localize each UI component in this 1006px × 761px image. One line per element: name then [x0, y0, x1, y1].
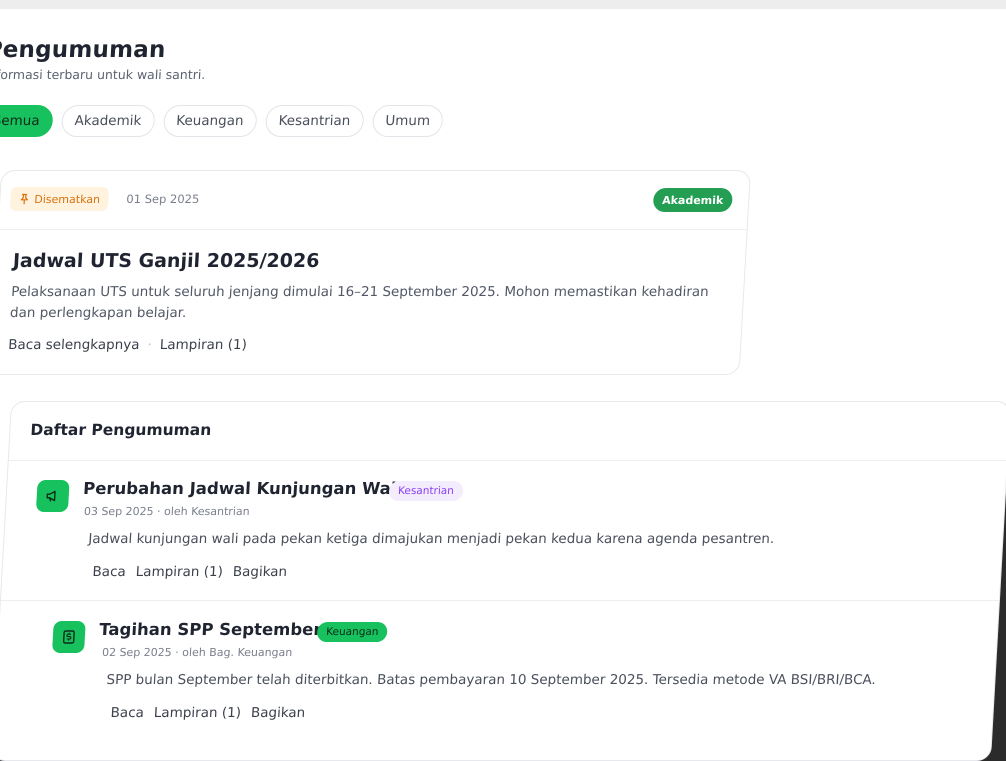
read-button[interactable]: Baca — [110, 705, 144, 721]
item-actions: Baca Lampiran (1) Bagikan — [92, 564, 287, 580]
item-title[interactable]: Perubahan Jadwal Kunjungan Wali — [83, 479, 403, 498]
share-button[interactable]: Bagikan — [232, 564, 287, 580]
category-filter-bar: Semua Akademik Keuangan Kesantrian Umum — [0, 105, 444, 137]
filter-chip-umum[interactable]: Umum — [371, 105, 444, 137]
attachment-link[interactable]: Lampiran (1) — [153, 705, 241, 721]
read-more-link[interactable]: Baca selengkapnya — [8, 337, 140, 353]
filter-chip-kesantrian[interactable]: Kesantrian — [264, 105, 365, 137]
announcement-list: Daftar Pengumuman Perubahan Jadwal Kunju… — [0, 401, 1006, 761]
read-button[interactable]: Baca — [92, 564, 126, 580]
list-item[interactable]: Tagihan SPP September Keuangan 02 Sep 20… — [0, 600, 999, 741]
page-subtitle: Informasi terbaru untuk wali santri. — [0, 67, 206, 82]
browser-top-strip — [0, 0, 1006, 9]
category-tag-akademik: Akademik — [652, 188, 733, 212]
category-tag-kesantrian: Kesantrian — [388, 481, 464, 501]
attachment-link[interactable]: Lampiran (1) — [135, 564, 223, 580]
list-title: Daftar Pengumuman — [29, 421, 212, 439]
pinned-title: Jadwal UTS Ganjil 2025/2026 — [12, 250, 321, 272]
pin-icon — [20, 193, 28, 205]
megaphone-icon — [35, 480, 70, 512]
category-tag-keuangan: Keuangan — [316, 622, 389, 642]
pinned-card-header: Disematkan 01 Sep 2025 Akademik — [0, 171, 750, 230]
pinned-date: 01 Sep 2025 — [125, 192, 200, 206]
separator-dot: · — [147, 337, 153, 353]
invoice-icon — [51, 621, 86, 653]
list-item[interactable]: Perubahan Jadwal Kunjungan Wali Kesantri… — [1, 460, 1006, 600]
page-title: Pengumuman — [0, 37, 167, 63]
item-meta: 03 Sep 2025 · oleh Kesantrian — [83, 505, 250, 518]
filter-chip-keuangan[interactable]: Keuangan — [162, 105, 258, 137]
pinned-badge: Disematkan — [9, 187, 109, 211]
pinned-badge-label: Disematkan — [34, 192, 101, 206]
filter-chip-semua[interactable]: Semua — [0, 105, 54, 137]
pinned-announcement-card[interactable]: Disematkan 01 Sep 2025 Akademik Jadwal U… — [0, 170, 751, 375]
item-title[interactable]: Tagihan SPP September — [99, 620, 322, 639]
item-body: SPP bulan September telah diterbitkan. B… — [106, 672, 877, 688]
attachment-link[interactable]: Lampiran (1) — [159, 337, 247, 353]
item-body: Jadwal kunjungan wali pada pekan ketiga … — [87, 531, 775, 547]
filter-chip-akademik[interactable]: Akademik — [60, 105, 156, 137]
list-header: Daftar Pengumuman — [8, 402, 1006, 461]
announcements-page: Pengumuman Informasi terbaru untuk wali … — [0, 9, 1006, 761]
item-meta: 02 Sep 2025 · oleh Bag. Keuangan — [101, 646, 293, 659]
item-actions: Baca Lampiran (1) Bagikan — [110, 705, 305, 721]
share-button[interactable]: Bagikan — [250, 705, 305, 721]
pinned-actions: Baca selengkapnya · Lampiran (1) — [8, 337, 248, 353]
pinned-body: Pelaksanaan UTS untuk seluruh jenjang di… — [9, 284, 710, 321]
